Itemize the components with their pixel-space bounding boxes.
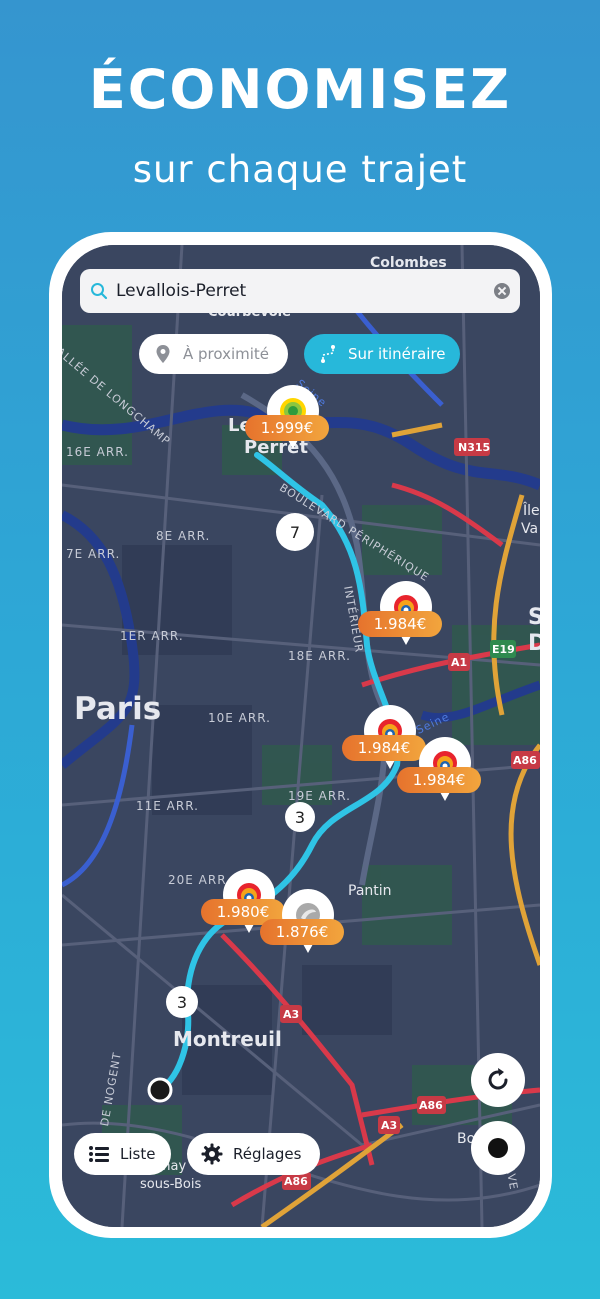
- map-label-8e: 8E ARR.: [156, 529, 211, 543]
- app-screen: N315 A1 E19 A86 A3 A3 A86 A86 Colombes C…: [62, 245, 540, 1227]
- record-button[interactable]: [471, 1121, 525, 1175]
- station-pin[interactable]: 1.876€: [260, 889, 350, 969]
- route-icon: [321, 345, 335, 363]
- record-icon: [488, 1138, 508, 1158]
- station-cluster[interactable]: 3: [166, 986, 198, 1018]
- station-price: 1.876€: [260, 919, 344, 945]
- station-cluster[interactable]: 7: [276, 513, 314, 551]
- map-label-va: Va: [521, 521, 539, 537]
- road-badge-a3-b: A3: [381, 1119, 397, 1132]
- map-label-fontenay-b: sous-Bois: [140, 1177, 202, 1192]
- headline-subtitle: sur chaque trajet: [132, 148, 468, 191]
- road-badge-a86-right: A86: [513, 754, 537, 767]
- station-price: 1.984€: [358, 611, 442, 637]
- station-price: 1.984€: [397, 767, 481, 793]
- list-button[interactable]: Liste: [74, 1133, 171, 1175]
- settings-button-label: Réglages: [233, 1145, 302, 1163]
- refresh-button[interactable]: [471, 1053, 525, 1107]
- headline-title: ÉCONOMISEZ: [88, 58, 512, 121]
- settings-button[interactable]: Réglages: [187, 1133, 320, 1175]
- map-label-19e: 19E ARR.: [288, 789, 351, 803]
- clear-icon[interactable]: [494, 283, 510, 299]
- map-label-7e: 7E ARR.: [66, 547, 121, 561]
- list-icon: [89, 1146, 109, 1162]
- filter-route[interactable]: Sur itinéraire: [304, 334, 460, 374]
- map-label-10e: 10E ARR.: [208, 711, 271, 725]
- map-label-d: D: [528, 631, 540, 656]
- location-pin-icon: [156, 345, 170, 363]
- search-bar[interactable]: Levallois-Perret: [80, 269, 520, 313]
- refresh-icon: [488, 1068, 508, 1090]
- road-badge-a3-a: A3: [283, 1008, 299, 1021]
- search-input[interactable]: Levallois-Perret: [116, 281, 494, 301]
- map-label-pantin: Pantin: [348, 883, 392, 899]
- search-icon: [91, 283, 108, 300]
- station-pin[interactable]: 1.984€: [397, 737, 487, 817]
- map-label-11e: 11E ARR.: [136, 799, 199, 813]
- map-label-18e: 18E ARR.: [288, 649, 351, 663]
- filter-nearby[interactable]: À proximité: [139, 334, 288, 374]
- road-badge-e19: E19: [492, 643, 515, 656]
- map-label-ile: Île: [523, 503, 540, 519]
- map-label-montreuil: Montreuil: [173, 1027, 282, 1051]
- map-label-s: S: [528, 605, 540, 630]
- map-label-paris: Paris: [74, 691, 162, 727]
- list-button-label: Liste: [120, 1145, 156, 1163]
- filter-nearby-label: À proximité: [183, 345, 270, 363]
- map-label-16e: 16E ARR.: [66, 445, 129, 459]
- road-badge-a1: A1: [451, 656, 467, 669]
- road-badge-a86-b: A86: [419, 1099, 443, 1112]
- station-pin[interactable]: 1.999€: [245, 385, 335, 465]
- road-badge-a86-c: A86: [284, 1175, 308, 1188]
- station-cluster[interactable]: 3: [285, 802, 315, 832]
- road-badge-n315: N315: [458, 441, 490, 454]
- station-price: 1.999€: [245, 415, 329, 441]
- map-label-1er: 1ER ARR.: [120, 629, 184, 643]
- filter-route-label: Sur itinéraire: [348, 345, 446, 363]
- gear-icon: [201, 1143, 223, 1165]
- station-pin[interactable]: 1.984€: [358, 581, 448, 661]
